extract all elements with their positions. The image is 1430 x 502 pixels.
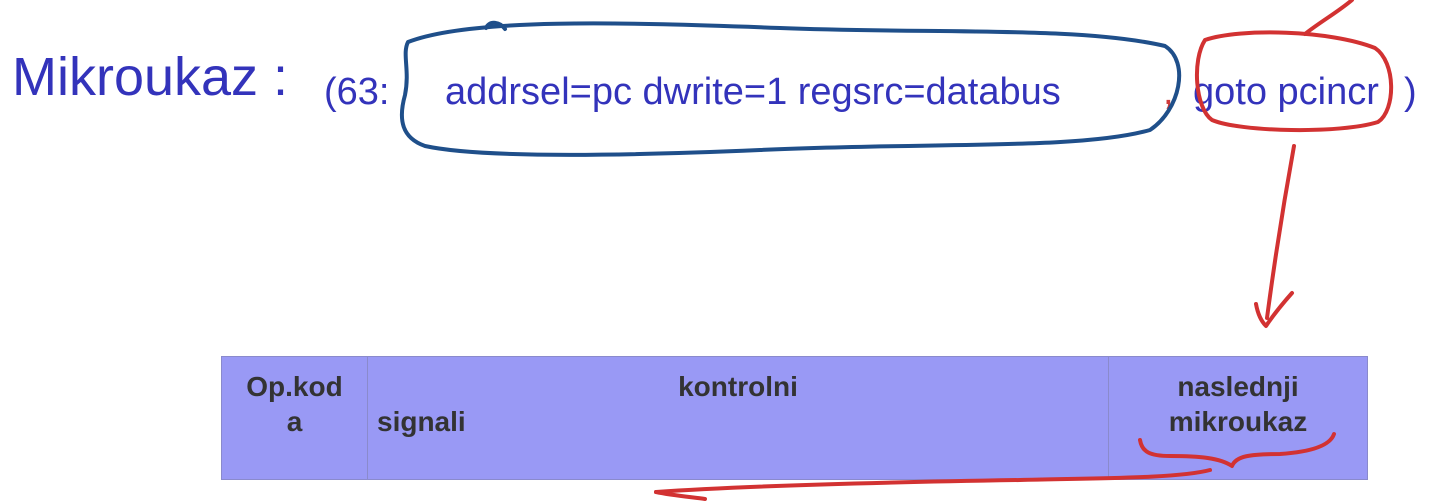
blue-stroke-detail [484, 20, 507, 31]
slide-canvas: Mikroukaz : (63: addrsel=pc dwrite=1 reg… [0, 0, 1430, 502]
red-arrow-shaft [1265, 144, 1296, 320]
microinstruction-next: goto pcincr [1193, 71, 1379, 113]
opcode-field: Op.kod a [222, 357, 368, 479]
microinstruction-address: (63: [324, 71, 390, 113]
red-underline-hook [654, 490, 707, 501]
microinstruction-label: Mikroukaz : [12, 47, 289, 107]
microinstruction-comma: , [1163, 71, 1174, 113]
red-arrow-head [1254, 291, 1294, 328]
next-microinstruction-field: naslednji mikroukaz [1109, 357, 1367, 479]
next-field-line1: naslednji [1177, 371, 1299, 402]
microinstruction-line: Mikroukaz : [12, 50, 288, 104]
control-signals-field: kontrolni signali [368, 357, 1109, 479]
opcode-field-line1: Op.kod [246, 371, 343, 402]
microinstruction-close-paren: ) [1404, 71, 1417, 113]
microinstruction-format-table: Op.kod a kontrolni signali naslednji mik… [221, 356, 1368, 480]
red-top-stroke [1303, 0, 1354, 36]
control-signals-line1: kontrolni [678, 371, 798, 402]
control-signals-line2: signali [377, 406, 466, 437]
microinstruction-signals: addrsel=pc dwrite=1 regsrc=databus [445, 71, 1061, 113]
opcode-field-line2: a [286, 406, 303, 437]
next-field-line2: mikroukaz [1168, 406, 1308, 437]
